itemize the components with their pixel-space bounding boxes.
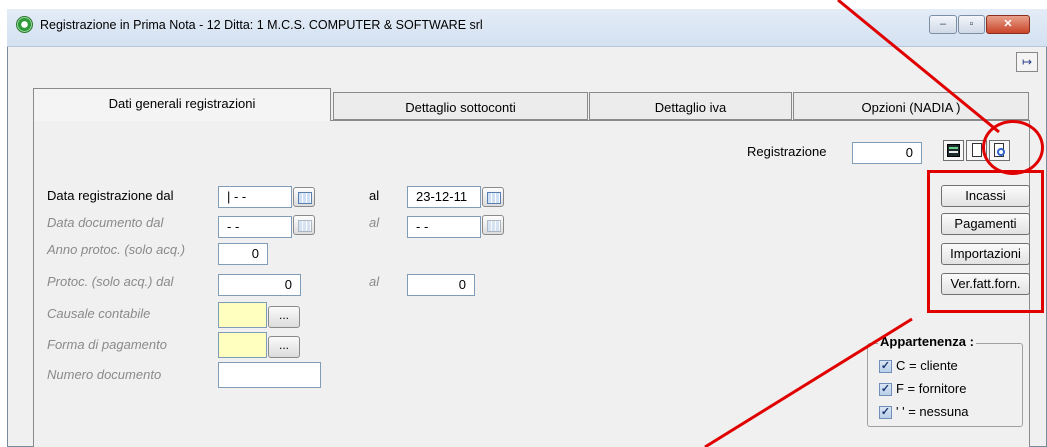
tab-dati-generali[interactable]: Dati generali registrazioni bbox=[33, 88, 331, 121]
annotation-arrows bbox=[704, 0, 1000, 447]
